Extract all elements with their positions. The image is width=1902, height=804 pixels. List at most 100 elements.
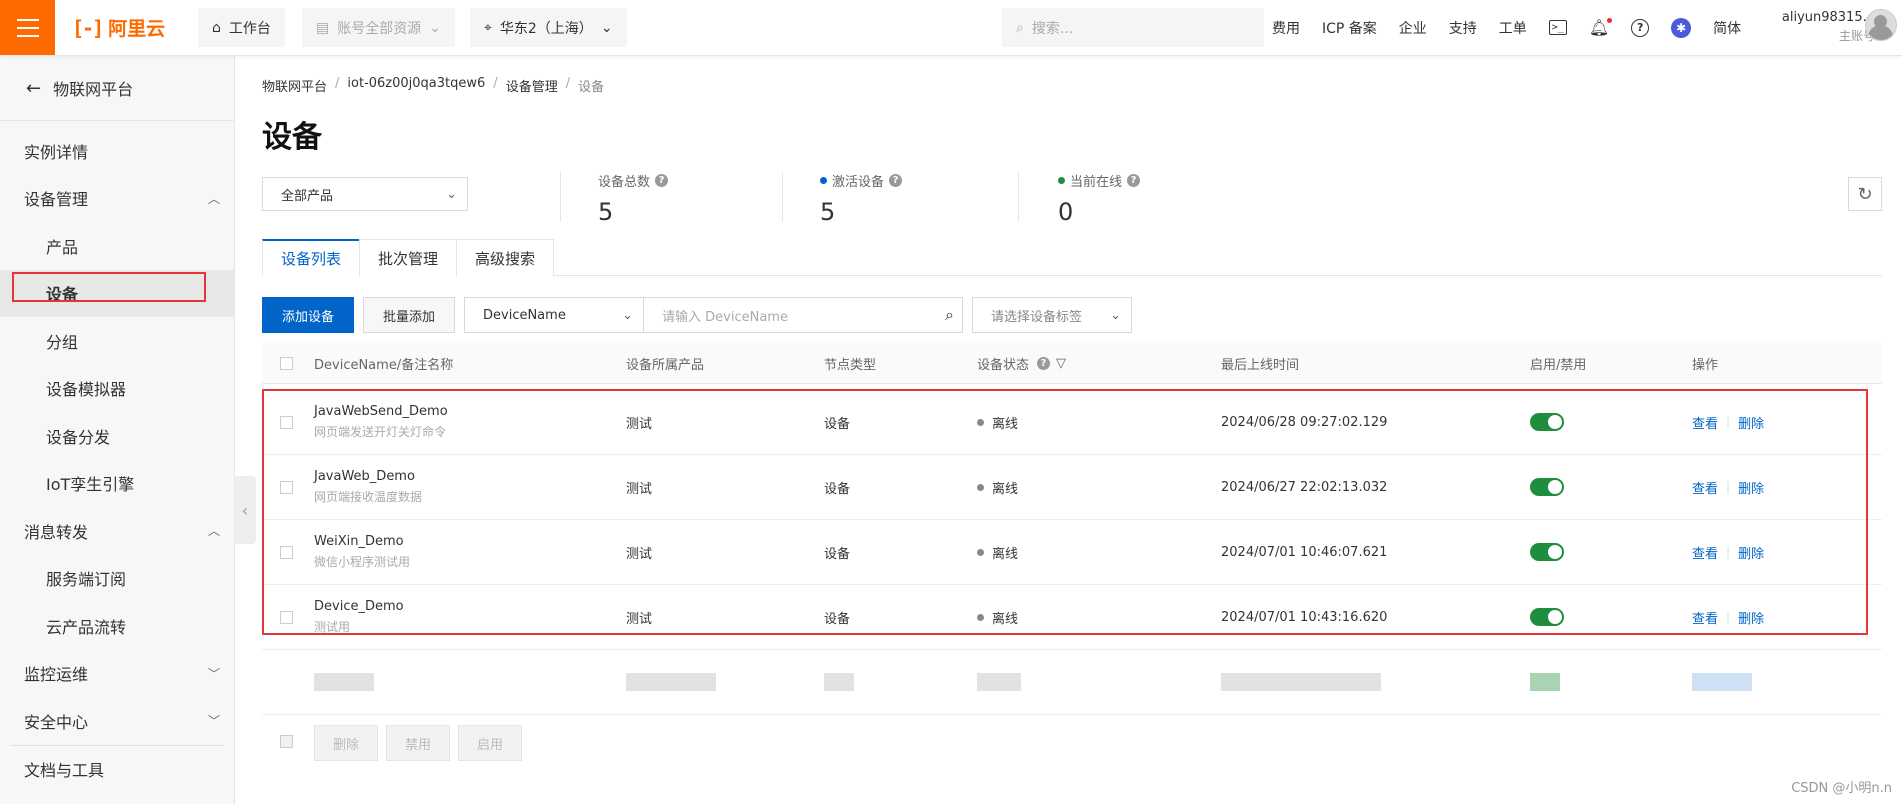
col-header-status: 设备状态 ? ▽	[977, 354, 1066, 373]
aliyun-logo[interactable]: [-] 阿里云	[72, 14, 165, 41]
sidebar-item-docs-tools[interactable]: 文档与工具	[0, 746, 234, 794]
region-dropdown[interactable]: ⌖ 华东2（上海） ⌄	[470, 8, 627, 47]
enable-toggle[interactable]	[1530, 413, 1564, 431]
sidebar-item-device-management[interactable]: 设备管理 ︿	[0, 175, 234, 223]
search-type-select[interactable]: DeviceName ⌄	[464, 297, 644, 333]
bulk-select-checkbox[interactable]	[280, 735, 293, 748]
device-product: 测试	[626, 546, 653, 562]
tab-batch-management[interactable]: 批次管理	[359, 239, 458, 276]
sidebar-item-group[interactable]: 分组	[0, 317, 234, 365]
sidebar-item-product[interactable]: 产品	[0, 222, 234, 270]
add-device-button[interactable]: 添加设备	[262, 297, 354, 333]
tab-advanced-search[interactable]: 高级搜索	[456, 239, 555, 276]
col-header-last-online: 最后上线时间	[1221, 357, 1300, 373]
sidebar-item-instance-details[interactable]: 实例详情	[0, 127, 234, 175]
device-node-type: 设备	[824, 546, 851, 562]
help-icon[interactable]: ?	[889, 174, 903, 187]
delete-link[interactable]: 删除	[1738, 543, 1764, 562]
sidebar-back-link[interactable]: ← 物联网平台	[0, 56, 234, 121]
ai-assistant-icon[interactable]: ✱	[1671, 17, 1692, 38]
delete-link[interactable]: 删除	[1738, 608, 1764, 627]
row-checkbox[interactable]	[280, 610, 293, 624]
breadcrumb-item[interactable]: iot-06z00j0qa3tqew6	[347, 76, 485, 95]
topbar-link-support[interactable]: 支持	[1449, 18, 1477, 38]
refresh-button[interactable]: ↻	[1848, 177, 1882, 211]
help-icon[interactable]: ?	[655, 174, 669, 187]
col-header-actions: 操作	[1692, 357, 1719, 373]
search-icon[interactable]: ⌕	[945, 305, 954, 325]
product-filter-select[interactable]: 全部产品 ⌄	[262, 177, 468, 211]
terminal-icon[interactable]: >_	[1548, 20, 1567, 35]
sidebar-item-monitoring-ops[interactable]: 监控运维 ﹀	[0, 650, 234, 698]
workbench-button[interactable]: ⌂ 工作台	[198, 8, 285, 47]
col-header-node-type: 节点类型	[824, 357, 877, 373]
status-offline-dot-icon	[977, 483, 984, 491]
row-checkbox[interactable]	[280, 545, 293, 559]
bulk-enable-button[interactable]: 启用	[458, 725, 522, 761]
enable-toggle[interactable]	[1530, 478, 1564, 496]
bulk-delete-button[interactable]: 删除	[314, 725, 378, 761]
view-link[interactable]: 查看	[1692, 413, 1718, 432]
sidebar-collapse-toggle[interactable]: ‹	[234, 476, 256, 544]
sidebar-item-message-forwarding[interactable]: 消息转发 ︿	[0, 507, 234, 555]
account-resources-dropdown[interactable]: ▤ 账号全部资源 ⌄	[302, 8, 455, 47]
device-search-placeholder: 请输入 DeviceName	[662, 309, 788, 325]
chevron-left-icon: ‹	[241, 500, 249, 520]
device-name[interactable]: JavaWebSend_Demo	[314, 404, 448, 419]
sidebar-item-label: 云产品流转	[46, 617, 127, 637]
hamburger-menu-button[interactable]	[0, 0, 55, 55]
batch-add-button[interactable]: 批量添加	[363, 297, 455, 333]
view-link[interactable]: 查看	[1692, 478, 1718, 497]
topbar-link-icp[interactable]: ICP 备案	[1322, 18, 1377, 38]
bell-icon[interactable]: 🔔︎	[1589, 18, 1613, 37]
search-type-value: DeviceName	[483, 307, 566, 323]
select-all-checkbox[interactable]	[280, 356, 293, 370]
topbar-link-fees[interactable]: 费用	[1272, 18, 1300, 38]
user-account-menu[interactable]: aliyun98315... 主账号	[1765, 8, 1875, 46]
breadcrumb-item[interactable]: 物联网平台	[262, 76, 327, 95]
sidebar-item-label: 监控运维	[24, 665, 89, 685]
global-search-input[interactable]: ⌕ 搜索...	[1002, 8, 1264, 47]
sidebar-item-security-center[interactable]: 安全中心 ﹀	[0, 697, 234, 745]
redacted-block	[626, 673, 716, 691]
refresh-icon: ↻	[1857, 183, 1873, 205]
sidebar-item-device-distribution[interactable]: 设备分发	[0, 412, 234, 460]
topbar-link-enterprise[interactable]: 企业	[1399, 18, 1427, 38]
device-name[interactable]: Device_Demo	[314, 599, 404, 614]
row-checkbox[interactable]	[280, 480, 293, 494]
redacted-block	[314, 673, 374, 691]
enable-toggle[interactable]	[1530, 543, 1564, 561]
delete-link[interactable]: 删除	[1738, 413, 1764, 432]
help-icon[interactable]: ?	[1127, 174, 1141, 187]
device-tag-select[interactable]: 请选择设备标签 ⌄	[972, 297, 1132, 333]
sidebar-item-device-simulator[interactable]: 设备模拟器	[0, 365, 234, 413]
language-switch[interactable]: 简体	[1713, 18, 1741, 38]
view-link[interactable]: 查看	[1692, 608, 1718, 627]
device-note: 网页端接收温度数据	[314, 490, 423, 504]
avatar[interactable]	[1865, 9, 1897, 41]
chevron-up-icon: ︿	[207, 524, 220, 539]
breadcrumb-item[interactable]: 设备管理	[506, 76, 558, 95]
sidebar-item-label: 设备分发	[46, 427, 111, 447]
view-link[interactable]: 查看	[1692, 543, 1718, 562]
device-name[interactable]: JavaWeb_Demo	[314, 469, 415, 484]
enable-toggle[interactable]	[1530, 608, 1564, 626]
help-icon[interactable]: ?	[1631, 18, 1650, 37]
row-checkbox[interactable]	[280, 415, 293, 429]
stat-label: 当前在线	[1070, 175, 1123, 190]
device-name[interactable]: WeiXin_Demo	[314, 534, 404, 549]
filter-icon[interactable]: ▽	[1056, 356, 1066, 371]
highlight-box-sidebar-device	[12, 272, 206, 302]
global-search-placeholder: 搜索...	[1031, 20, 1074, 37]
device-last-online: 2024/07/01 10:43:16.620	[1221, 609, 1388, 625]
topbar-link-ticket[interactable]: 工单	[1499, 18, 1527, 38]
bulk-disable-button[interactable]: 禁用	[386, 725, 450, 761]
help-icon[interactable]: ?	[1037, 356, 1051, 370]
sidebar-item-server-subscription[interactable]: 服务端订阅	[0, 555, 234, 603]
device-search-input[interactable]: 请输入 DeviceName ⌕	[643, 297, 963, 333]
tab-device-list[interactable]: 设备列表	[262, 239, 361, 276]
stat-total-devices: 设备总数? 5	[598, 171, 669, 226]
delete-link[interactable]: 删除	[1738, 478, 1764, 497]
sidebar-item-iot-twin-engine[interactable]: IoT孪生引擎	[0, 460, 234, 508]
sidebar-item-cloud-product-flow[interactable]: 云产品流转	[0, 602, 234, 650]
